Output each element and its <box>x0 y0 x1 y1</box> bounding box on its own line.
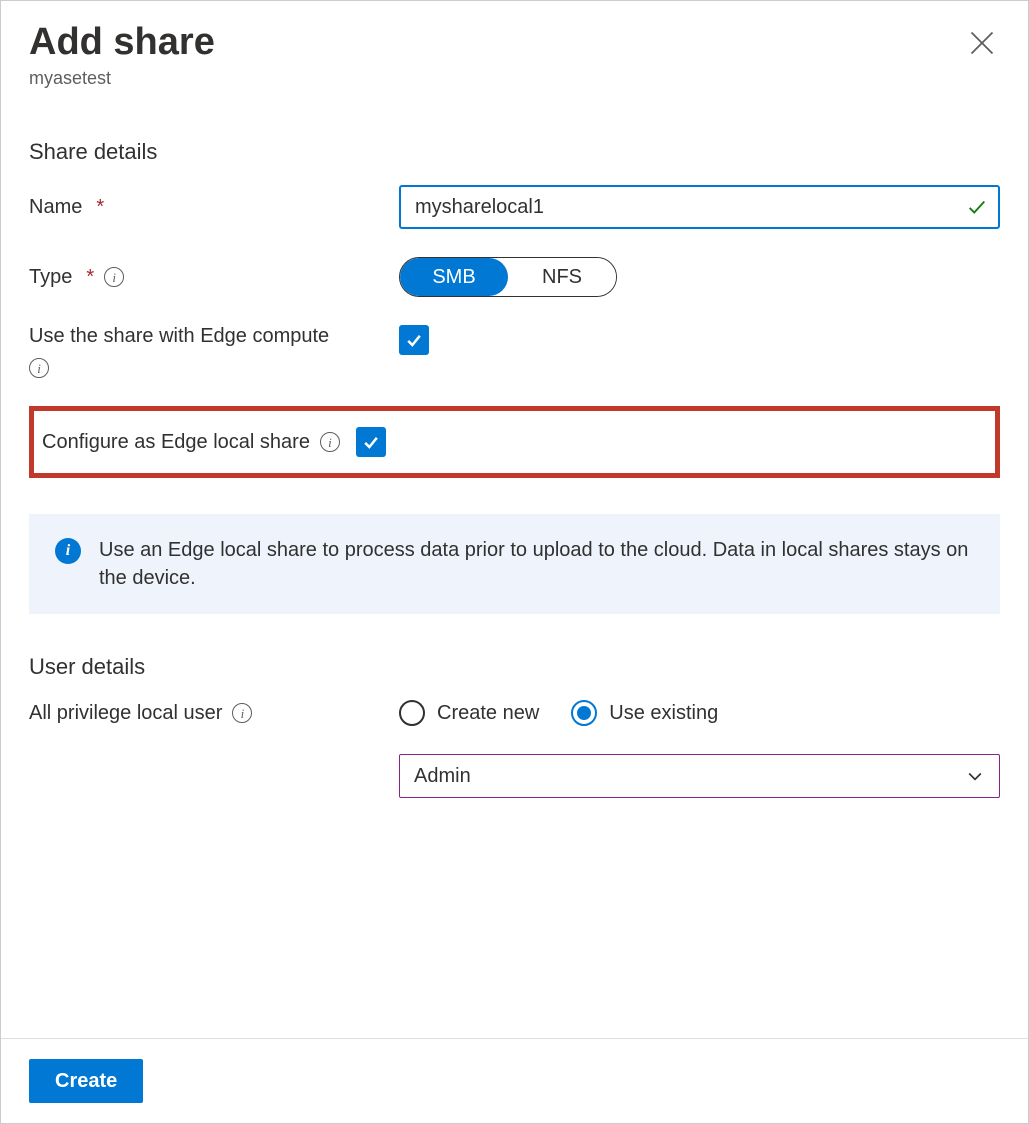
edge-compute-row: Use the share with Edge compute i <box>29 325 1000 378</box>
info-icon[interactable]: i <box>104 267 124 287</box>
panel-title: Add share <box>29 21 1000 64</box>
radio-label: Create new <box>437 702 539 725</box>
name-label: Name* <box>29 196 379 219</box>
panel-body: Share details Name* Type* i <box>1 89 1028 1038</box>
edge-local-highlight: Configure as Edge local share i <box>29 406 1000 478</box>
privilege-label: All privilege local user i <box>29 702 379 725</box>
radio-outer <box>571 700 597 726</box>
close-icon <box>968 29 996 57</box>
user-select[interactable]: Admin <box>399 754 1000 798</box>
edge-compute-checkbox[interactable] <box>399 325 429 355</box>
type-segmented-control: SMB NFS <box>399 257 617 297</box>
info-banner: i Use an Edge local share to process dat… <box>29 514 1000 614</box>
info-icon[interactable]: i <box>320 432 340 452</box>
info-banner-text: Use an Edge local share to process data … <box>99 536 974 592</box>
panel-subtitle: myasetest <box>29 68 1000 89</box>
name-row: Name* <box>29 185 1000 229</box>
edge-local-checkbox[interactable] <box>356 427 386 457</box>
add-share-panel: Add share myasetest Share details Name* <box>0 0 1029 1124</box>
radio-outer <box>399 700 425 726</box>
info-icon[interactable]: i <box>29 358 49 378</box>
info-icon: i <box>55 538 81 564</box>
type-option-nfs[interactable]: NFS <box>508 258 616 296</box>
user-select-row: Admin <box>29 754 1000 798</box>
type-row: Type* i SMB NFS <box>29 257 1000 297</box>
valid-check-icon <box>966 196 988 218</box>
check-icon <box>361 432 381 452</box>
radio-use-existing[interactable]: Use existing <box>571 700 718 726</box>
type-option-smb[interactable]: SMB <box>400 258 508 296</box>
user-select-value: Admin <box>414 765 471 788</box>
edge-local-label: Configure as Edge local share i <box>42 431 340 454</box>
privilege-row: All privilege local user i Create new Us… <box>29 700 1000 726</box>
edge-compute-label: Use the share with Edge compute i <box>29 325 379 378</box>
share-name-input[interactable] <box>399 185 1000 229</box>
check-icon <box>404 330 424 350</box>
close-button[interactable] <box>968 29 996 57</box>
user-radio-group: Create new Use existing <box>399 700 1000 726</box>
info-icon[interactable]: i <box>232 703 252 723</box>
type-label: Type* i <box>29 266 379 289</box>
panel-footer: Create <box>1 1038 1028 1123</box>
user-details-heading: User details <box>29 654 1000 680</box>
required-asterisk: * <box>96 196 104 219</box>
share-details-heading: Share details <box>29 139 1000 165</box>
radio-create-new[interactable]: Create new <box>399 700 539 726</box>
panel-header: Add share myasetest <box>1 1 1028 89</box>
create-button[interactable]: Create <box>29 1059 143 1103</box>
radio-label: Use existing <box>609 702 718 725</box>
chevron-down-icon <box>965 766 985 786</box>
required-asterisk: * <box>86 266 94 289</box>
